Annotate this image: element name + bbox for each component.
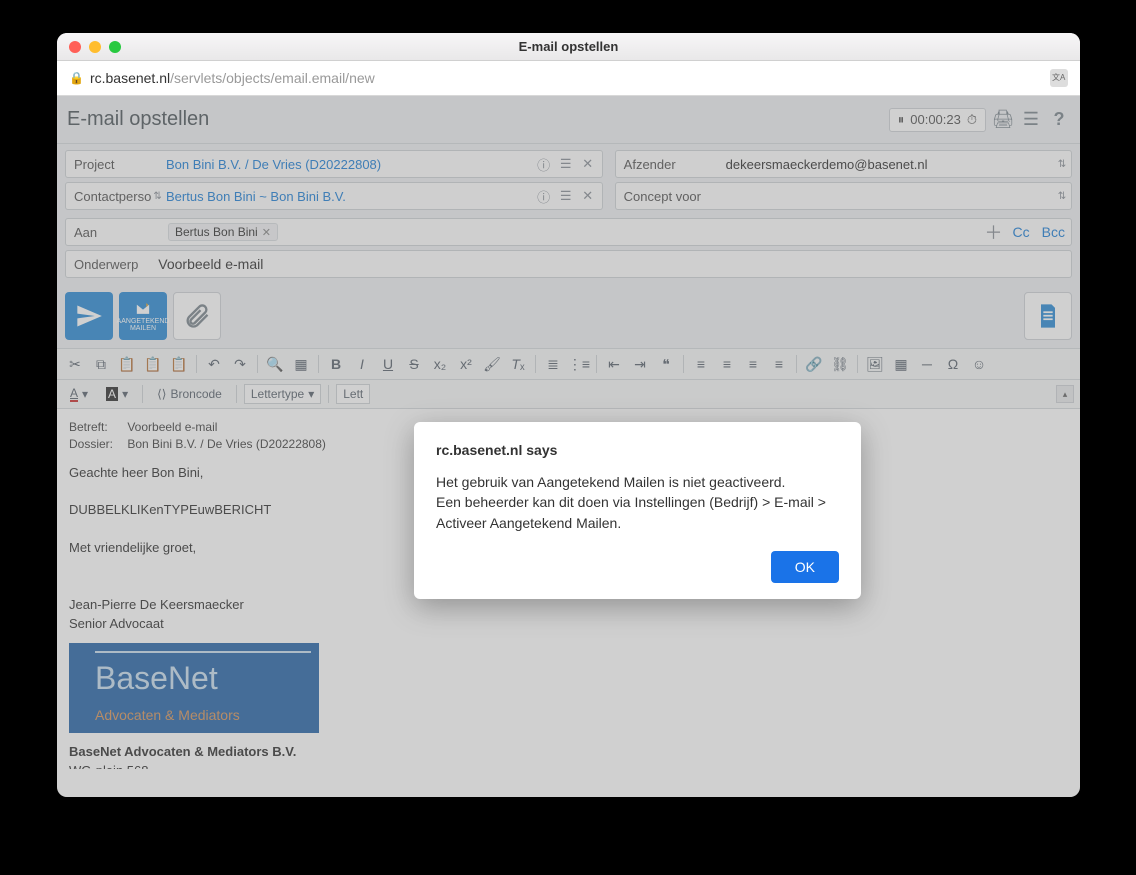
translate-icon[interactable] bbox=[1050, 69, 1068, 87]
lock-icon: 🔒 bbox=[69, 71, 84, 85]
titlebar: E-mail opstellen bbox=[57, 33, 1080, 61]
address-bar: 🔒 rc.basenet.nl/servlets/objects/email.e… bbox=[57, 61, 1080, 96]
dialog-body: Het gebruik van Aangetekend Mailen is ni… bbox=[436, 472, 839, 533]
app-window: E-mail opstellen 🔒 rc.basenet.nl/servlet… bbox=[57, 33, 1080, 797]
ok-button[interactable]: OK bbox=[771, 551, 839, 583]
alert-dialog: rc.basenet.nl says Het gebruik van Aange… bbox=[414, 422, 861, 599]
url-path: /servlets/objects/email.email/new bbox=[170, 70, 375, 86]
url-host: rc.basenet.nl bbox=[90, 70, 170, 86]
window-title: E-mail opstellen bbox=[57, 39, 1080, 54]
dialog-title: rc.basenet.nl says bbox=[436, 442, 839, 458]
